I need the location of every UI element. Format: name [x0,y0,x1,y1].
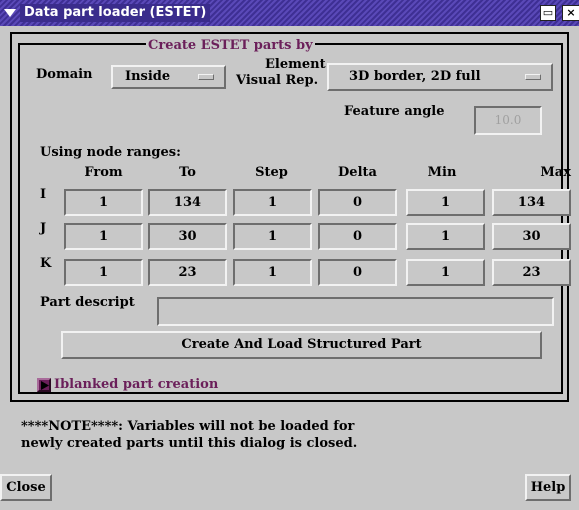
row-label-i: I [40,187,47,202]
domain-value: Inside [125,69,171,84]
row-label-k: K [40,256,52,271]
j-min-value: 1 [406,223,485,250]
i-max-value: 134 [492,189,571,216]
row-label-j: J [40,221,47,236]
window-title: Data part loader (ESTET) [20,4,211,22]
iblanked-toggle-arrow-icon[interactable] [37,378,51,392]
group-legend: Create ESTET parts by [146,37,315,55]
k-to-field[interactable]: 23 [148,259,227,286]
j-to-field[interactable]: 30 [148,223,227,250]
k-delta-field[interactable]: 0 [318,259,397,286]
option-menu-indicator-icon [525,74,541,80]
header-from: From [84,165,123,180]
header-step: Step [255,165,288,180]
option-menu-indicator-icon [198,74,214,80]
i-min-value: 1 [406,189,485,216]
header-min: Min [427,165,457,180]
create-load-structured-part-button[interactable]: Create And Load Structured Part [61,331,542,359]
note-line-2: newly created parts until this dialog is… [21,436,358,451]
i-from-field[interactable]: 1 [64,189,143,216]
header-delta: Delta [338,165,377,180]
k-max-value: 23 [492,259,571,286]
visual-rep-option-menu[interactable]: 3D border, 2D full [327,63,553,91]
feature-angle-label: Feature angle [344,104,445,119]
part-descript-input[interactable] [157,297,554,326]
visual-rep-value: 3D border, 2D full [349,69,481,84]
i-delta-field[interactable]: 0 [318,189,397,216]
help-button[interactable]: Help [525,474,571,501]
i-step-field[interactable]: 1 [233,189,312,216]
close-icon[interactable]: × [562,5,579,21]
header-max: Max [540,165,571,180]
i-to-field[interactable]: 134 [148,189,227,216]
window-menu-icon[interactable] [3,6,17,20]
minimize-icon[interactable]: ▭ [540,5,556,21]
arrow-right-icon [41,381,49,390]
j-from-field[interactable]: 1 [64,223,143,250]
iblanked-label[interactable]: Iblanked part creation [54,376,218,394]
k-min-value: 1 [406,259,485,286]
j-max-value: 30 [492,223,571,250]
part-descript-label: Part descript [40,295,135,310]
domain-option-menu[interactable]: Inside [111,65,226,89]
header-to: To [179,165,196,180]
k-step-field[interactable]: 1 [233,259,312,286]
visual-rep-label: Visual Rep. [236,73,319,88]
j-delta-field[interactable]: 0 [318,223,397,250]
j-step-field[interactable]: 1 [233,223,312,250]
note-line-1: ****NOTE****: Variables will not be load… [21,419,355,434]
node-ranges-label: Using node ranges: [40,145,181,160]
close-button[interactable]: Close [0,474,52,501]
k-from-field[interactable]: 1 [64,259,143,286]
domain-label: Domain [36,67,93,82]
feature-angle-field[interactable]: 10.0 [474,106,542,135]
